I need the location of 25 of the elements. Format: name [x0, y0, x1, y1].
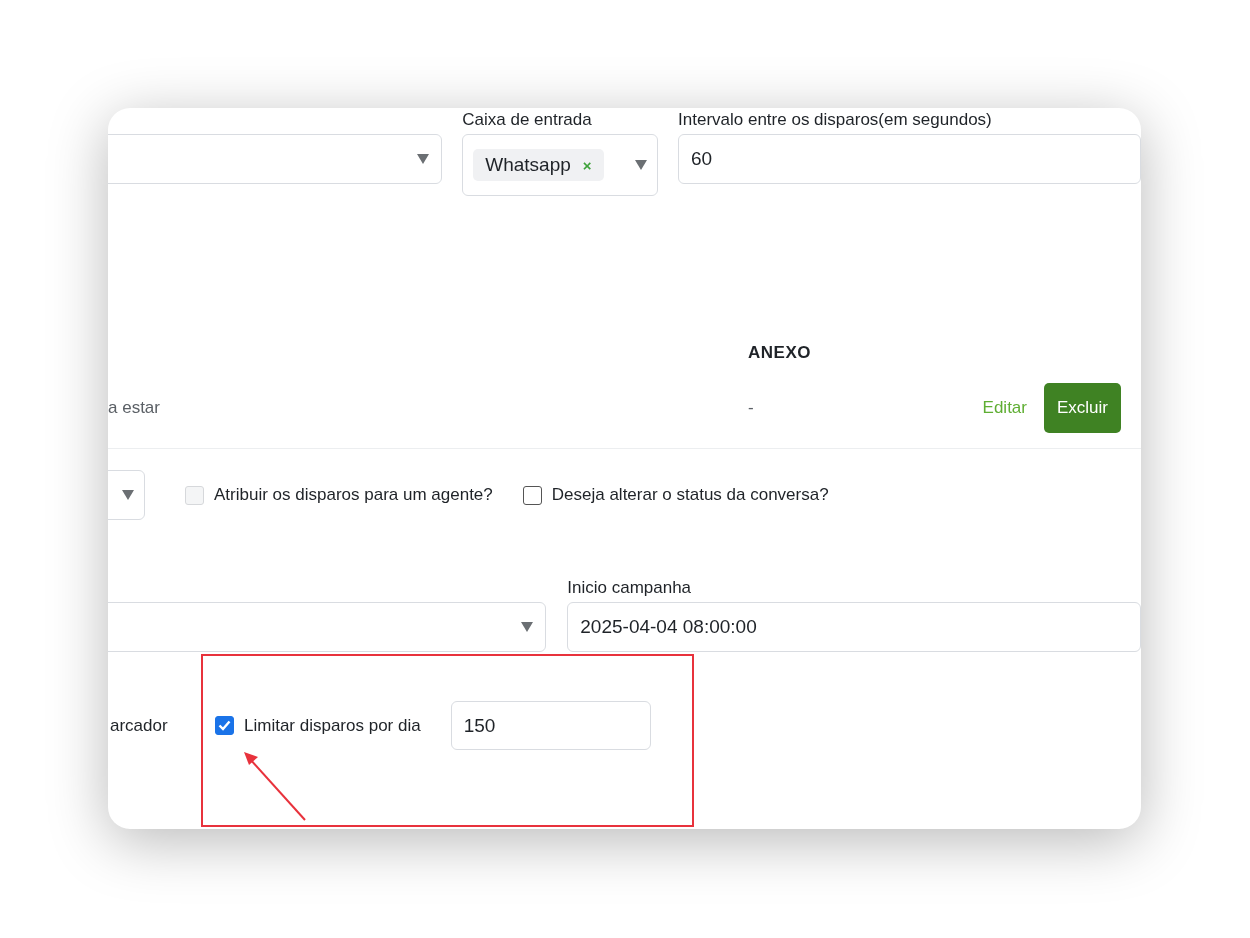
- field-label: Inicio campanha: [567, 578, 693, 598]
- field-label: Intervalo entre os disparos(em segundos): [678, 110, 993, 130]
- delete-button[interactable]: Excluir: [1044, 383, 1121, 433]
- select-field[interactable]: [108, 602, 547, 652]
- column-header: ANEXO: [748, 343, 812, 363]
- checkbox-label: Limitar disparos por dia: [244, 715, 421, 736]
- checkbox-label: arcador: [110, 715, 169, 736]
- dropdown-caret-icon: [521, 622, 534, 632]
- interval-input[interactable]: 60: [678, 134, 1141, 184]
- table-cell-text: -: [748, 398, 755, 418]
- date-input[interactable]: 2025-04-04 08:00:00: [567, 602, 1141, 652]
- field-label: Caixa de entrada: [462, 110, 593, 130]
- dropdown-caret-icon: [122, 490, 134, 500]
- checkbox-label: Atribuir os disparos para um agente?: [214, 485, 493, 505]
- limit-input[interactable]: 150: [450, 701, 651, 750]
- tag-label: Whatsapp: [485, 154, 571, 176]
- checkbox[interactable]: [522, 485, 542, 505]
- inbox-select[interactable]: Whatsapp ×: [462, 134, 659, 196]
- dropdown-caret-icon: [635, 160, 648, 170]
- checkbox-label: Deseja alterar o status da conversa?: [551, 485, 829, 505]
- select-field[interactable]: [108, 134, 443, 184]
- annotation-arrow: [244, 752, 306, 821]
- checkbox[interactable]: [215, 716, 234, 735]
- dropdown-caret-icon: [417, 154, 430, 164]
- table-cell-text: a estar: [108, 398, 161, 418]
